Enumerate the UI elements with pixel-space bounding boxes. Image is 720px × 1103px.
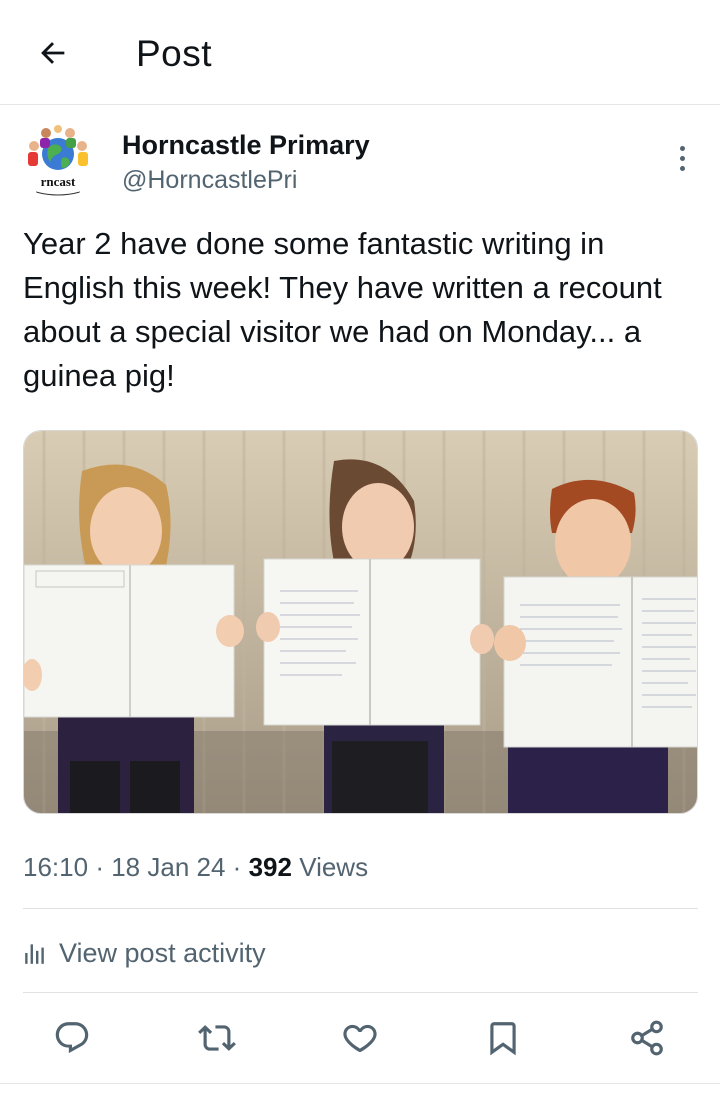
views-label: Views xyxy=(299,852,369,882)
more-dot-icon xyxy=(679,155,685,161)
more-options-button[interactable] xyxy=(670,138,694,178)
post-text: Year 2 have done some fantastic writing … xyxy=(23,226,662,393)
post-meta: 16:10 · 18 Jan 24 · 392 Views xyxy=(23,852,368,883)
view-post-activity-link[interactable]: View post activity xyxy=(23,932,266,974)
bookmark-button[interactable] xyxy=(481,1016,525,1060)
arrow-left-icon xyxy=(41,42,65,64)
post-author: rncast Horncastle Primary @HorncastlePri xyxy=(22,124,702,204)
post-image[interactable] xyxy=(23,430,698,814)
meta-separator: · xyxy=(232,852,242,882)
avatar[interactable]: rncast xyxy=(22,124,94,200)
heart-icon xyxy=(343,1024,377,1053)
more-dot-icon xyxy=(679,165,685,171)
post-date: 18 Jan 24 xyxy=(111,852,226,882)
bar-chart-icon xyxy=(25,944,44,964)
like-button[interactable] xyxy=(338,1016,382,1060)
divider xyxy=(23,908,698,909)
author-handle[interactable]: @HorncastlePri xyxy=(122,166,297,195)
divider xyxy=(23,992,698,993)
photo-of-three-children-holding-exercise-books xyxy=(24,431,697,813)
post-time: 16:10 xyxy=(23,852,89,882)
share-button[interactable] xyxy=(625,1016,669,1060)
avatar-logo-text: rncast xyxy=(41,174,76,189)
repost-icon xyxy=(198,1025,236,1051)
back-button[interactable] xyxy=(30,30,76,76)
bookmark-icon xyxy=(490,1022,516,1056)
meta-separator: · xyxy=(95,852,104,882)
activity-label: View post activity xyxy=(59,937,266,968)
more-dot-icon xyxy=(679,145,685,151)
action-bar xyxy=(23,1012,698,1064)
top-app-bar: Post xyxy=(0,0,720,105)
bottom-divider xyxy=(0,1083,720,1084)
views-count: 392 xyxy=(248,852,292,882)
reply-icon xyxy=(55,1022,89,1054)
reply-button[interactable] xyxy=(50,1016,94,1060)
share-icon xyxy=(631,1020,663,1056)
author-name[interactable]: Horncastle Primary xyxy=(122,130,370,161)
page-title: Post xyxy=(136,33,213,74)
repost-button[interactable] xyxy=(195,1016,239,1060)
